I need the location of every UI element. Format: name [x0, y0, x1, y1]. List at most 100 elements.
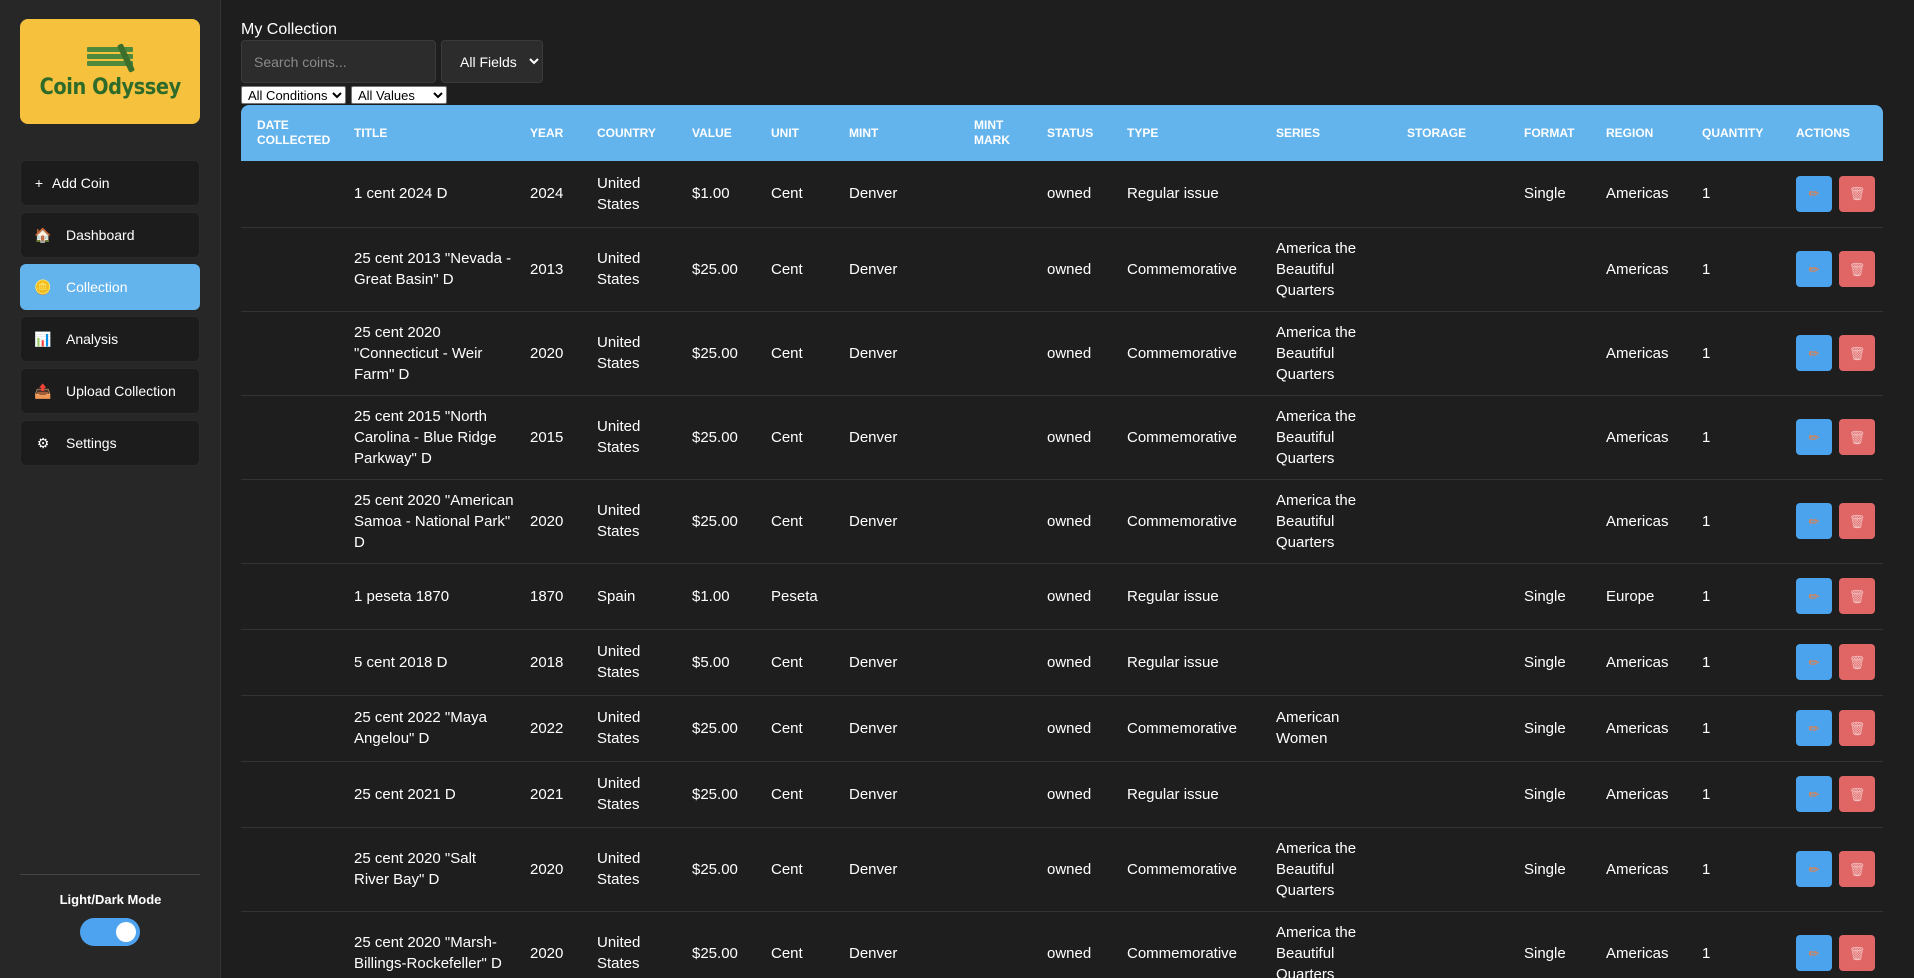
table-row[interactable]: 25 cent 2015 "North Carolina - Blue Ridg… [241, 395, 1883, 479]
unit-cell: Cent [771, 653, 803, 671]
date-collected-cell [241, 311, 346, 395]
series-cell: American Women [1276, 709, 1340, 747]
edit-button[interactable]: ✏ [1796, 578, 1832, 614]
sidebar-item-collection[interactable]: 🪙 Collection [20, 264, 200, 310]
logo[interactable]: Coin Odyssey [20, 19, 200, 124]
column-header[interactable]: Title [346, 105, 522, 161]
edit-button[interactable]: ✏ [1796, 776, 1832, 812]
table-row[interactable]: 25 cent 2013 "Nevada - Great Basin" D 201… [241, 227, 1883, 311]
edit-button[interactable]: ✏ [1796, 175, 1832, 212]
delete-button[interactable]: 🗑 [1839, 710, 1875, 746]
column-header[interactable]: Mint Mark [966, 105, 1039, 161]
table-row[interactable]: 1 peseta 1870 1870 Spain $1.00 Peseta owned Re… [241, 563, 1883, 629]
condition-filter-select[interactable]: All Conditions [241, 86, 346, 104]
unit-cell: Cent [771, 944, 803, 962]
series-cell [1268, 161, 1399, 227]
column-header[interactable]: Format [1516, 105, 1598, 161]
mint-cell: Denver [849, 653, 898, 671]
table-row[interactable]: 25 cent 2020 "Connecticut - Weir Farm" D… [241, 311, 1883, 395]
delete-button[interactable]: 🗑 [1839, 644, 1875, 680]
column-header[interactable]: Mint [841, 105, 966, 161]
year-cell: 2021 [530, 785, 564, 803]
unit-cell: Cent [771, 344, 803, 362]
theme-toggle[interactable] [80, 918, 140, 946]
column-header[interactable]: Storage [1399, 105, 1516, 161]
edit-button[interactable]: ✏ [1796, 251, 1832, 287]
value-filter-select[interactable]: All Values [351, 86, 447, 104]
value-cell: $25.00 [692, 944, 738, 962]
country-cell: United States [597, 334, 641, 372]
type-cell: Regular issue [1127, 587, 1219, 605]
column-header[interactable]: Type [1119, 105, 1268, 161]
field-filter-select[interactable]: All Fields [441, 40, 543, 83]
edit-button[interactable]: ✏ [1796, 710, 1832, 746]
sidebar-item-upload-collection[interactable]: 📤 Upload Collection [20, 368, 200, 414]
country-cell: United States [597, 775, 641, 813]
table-row[interactable]: 25 cent 2022 "Maya Angelou" D 2022 United … [241, 695, 1883, 761]
column-header[interactable]: Status [1039, 105, 1119, 161]
delete-button[interactable]: 🗑 [1839, 419, 1875, 455]
column-header[interactable]: Year [522, 105, 589, 161]
column-header[interactable]: Country [589, 105, 684, 161]
table-row[interactable]: 25 cent 2020 "American Samoa - National … [241, 479, 1883, 563]
date-collected-cell [241, 827, 346, 911]
country-cell: Spain [597, 587, 636, 605]
storage-cell [1399, 311, 1516, 395]
table-row[interactable]: 5 cent 2018 D 2018 United States $5.00 Cent D… [241, 629, 1883, 695]
table-row[interactable]: 1 cent 2024 D 2024 United States $1.00 Cent D… [241, 161, 1883, 227]
value-cell: $5.00 [692, 653, 730, 671]
delete-button[interactable]: 🗑 [1839, 503, 1875, 539]
status-cell: owned [1047, 428, 1092, 446]
actions-cell: ✏ 🗑 [1788, 911, 1883, 978]
value-cell: $1.00 [692, 587, 730, 605]
table-row[interactable]: 25 cent 2020 "Salt River Bay" D 2020 Unite… [241, 827, 1883, 911]
sidebar-item-label: Analysis [66, 331, 119, 347]
table-row[interactable]: 25 cent 2021 D 2021 United States $25.00 Cen… [241, 761, 1883, 827]
sidebar-item-dashboard[interactable]: 🏠 Dashboard [20, 212, 200, 258]
sidebar-item-label: Dashboard [66, 227, 135, 243]
quantity-cell: 1 [1702, 653, 1711, 671]
title-cell: 25 cent 2020 "Connecticut - Weir Farm" D [354, 323, 483, 383]
title-cell: 25 cent 2020 "Marsh-Billings-Rockefeller… [354, 934, 502, 972]
edit-button[interactable]: ✏ [1796, 851, 1832, 887]
edit-button[interactable]: ✏ [1796, 644, 1832, 680]
format-cell: Single [1524, 587, 1566, 605]
mint-mark-cell [966, 629, 1039, 695]
delete-button[interactable]: 🗑 [1839, 578, 1875, 614]
column-header[interactable]: Series [1268, 105, 1399, 161]
series-cell: America the Beautiful Quarters [1276, 323, 1357, 383]
pencil-icon: ✏ [1808, 588, 1820, 604]
sidebar-item-add-coin[interactable]: + Add Coin [20, 160, 200, 206]
delete-button[interactable]: 🗑 [1839, 335, 1875, 371]
column-header[interactable]: Quantity [1694, 105, 1788, 161]
unit-cell: Cent [771, 860, 803, 878]
mint-cell: Denver [849, 512, 898, 530]
delete-button[interactable]: 🗑 [1839, 776, 1875, 812]
edit-button[interactable]: ✏ [1796, 935, 1832, 971]
actions-cell: ✏ 🗑 [1788, 395, 1883, 479]
delete-button[interactable]: 🗑 [1839, 935, 1875, 971]
value-cell: $25.00 [692, 785, 738, 803]
quantity-cell: 1 [1702, 344, 1711, 362]
sidebar-item-settings[interactable]: ⚙ Settings [20, 420, 200, 466]
edit-button[interactable]: ✏ [1796, 419, 1832, 455]
storage-cell [1399, 629, 1516, 695]
column-header[interactable]: Region [1598, 105, 1694, 161]
actions-cell: ✏ 🗑 [1788, 227, 1883, 311]
edit-button[interactable]: ✏ [1796, 503, 1832, 539]
search-input[interactable] [241, 40, 436, 83]
title-cell: 25 cent 2020 "American Samoa - National … [354, 491, 514, 551]
column-header[interactable]: Value [684, 105, 763, 161]
edit-button[interactable]: ✏ [1796, 335, 1832, 371]
delete-button[interactable]: 🗑 [1839, 851, 1875, 887]
column-header[interactable]: Unit [763, 105, 841, 161]
column-header[interactable]: Date Collected [241, 105, 346, 161]
year-cell: 2022 [530, 719, 564, 737]
status-cell: owned [1047, 512, 1092, 530]
delete-button[interactable]: 🗑 [1839, 251, 1875, 287]
delete-button[interactable]: 🗑 [1839, 175, 1875, 212]
year-cell: 2020 [530, 944, 564, 962]
trash-icon: 🗑 [1848, 945, 1866, 961]
sidebar-item-analysis[interactable]: 📊 Analysis [20, 316, 200, 362]
table-row[interactable]: 25 cent 2020 "Marsh-Billings-Rockefeller… [241, 911, 1883, 978]
